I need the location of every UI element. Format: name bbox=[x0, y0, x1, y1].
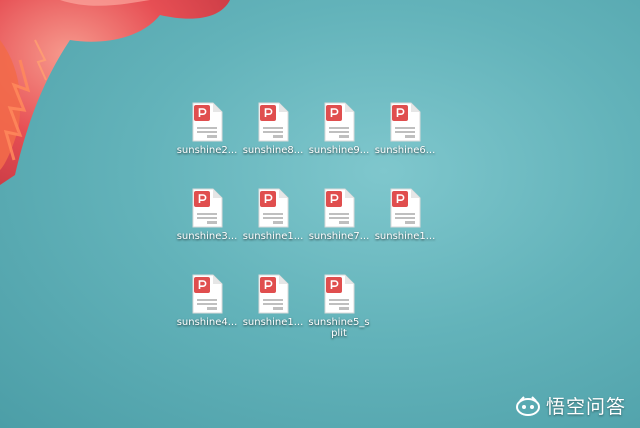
desktop-file-item[interactable]: sunshine1... bbox=[240, 272, 306, 358]
desktop-file-label: sunshine1... bbox=[374, 231, 436, 242]
desktop-file-label: sunshine6... bbox=[374, 145, 436, 156]
desktop-file-label: sunshine4... bbox=[176, 317, 238, 328]
pdf-file-icon bbox=[191, 188, 223, 228]
desktop-file-label: sunshine9... bbox=[308, 145, 370, 156]
wukong-logo-icon bbox=[515, 395, 540, 416]
desktop-file-label: sunshine2... bbox=[176, 145, 238, 156]
desktop-file-label: sunshine3... bbox=[176, 231, 238, 242]
pdf-file-icon bbox=[257, 102, 289, 142]
desktop-file-item[interactable]: sunshine3... bbox=[174, 186, 240, 272]
pdf-file-icon bbox=[257, 188, 289, 228]
desktop-file-item[interactable]: sunshine2... bbox=[174, 100, 240, 186]
pdf-file-icon bbox=[389, 102, 421, 142]
desktop-file-label: sunshine8... bbox=[242, 145, 304, 156]
pdf-file-icon bbox=[323, 274, 355, 314]
desktop-file-item[interactable]: sunshine4... bbox=[174, 272, 240, 358]
desktop-file-item[interactable]: sunshine8... bbox=[240, 100, 306, 186]
desktop-file-item[interactable]: sunshine1... bbox=[372, 186, 438, 272]
desktop-file-item[interactable]: sunshine1... bbox=[240, 186, 306, 272]
watermark: 悟空问答 bbox=[515, 392, 626, 419]
desktop-file-label: sunshine5_split bbox=[308, 317, 370, 339]
pdf-file-icon bbox=[191, 102, 223, 142]
watermark-text: 悟空问答 bbox=[545, 396, 626, 418]
pdf-file-icon bbox=[191, 274, 223, 314]
pdf-file-icon bbox=[257, 274, 289, 314]
pdf-file-icon bbox=[323, 188, 355, 228]
pdf-file-icon bbox=[389, 188, 421, 228]
desktop-file-item[interactable]: sunshine6... bbox=[372, 100, 438, 186]
desktop-file-label: sunshine7... bbox=[308, 231, 370, 242]
pdf-file-icon bbox=[323, 102, 355, 142]
desktop-file-label: sunshine1... bbox=[242, 231, 304, 242]
desktop-file-label: sunshine1... bbox=[242, 317, 304, 328]
desktop-file-item[interactable]: sunshine7... bbox=[306, 186, 372, 272]
desktop-file-item[interactable]: sunshine9... bbox=[306, 100, 372, 186]
desktop-file-item[interactable]: sunshine5_split bbox=[306, 272, 372, 358]
desktop-icon-grid: sunshine2... sunshine8... sunshine9... s… bbox=[174, 100, 438, 350]
